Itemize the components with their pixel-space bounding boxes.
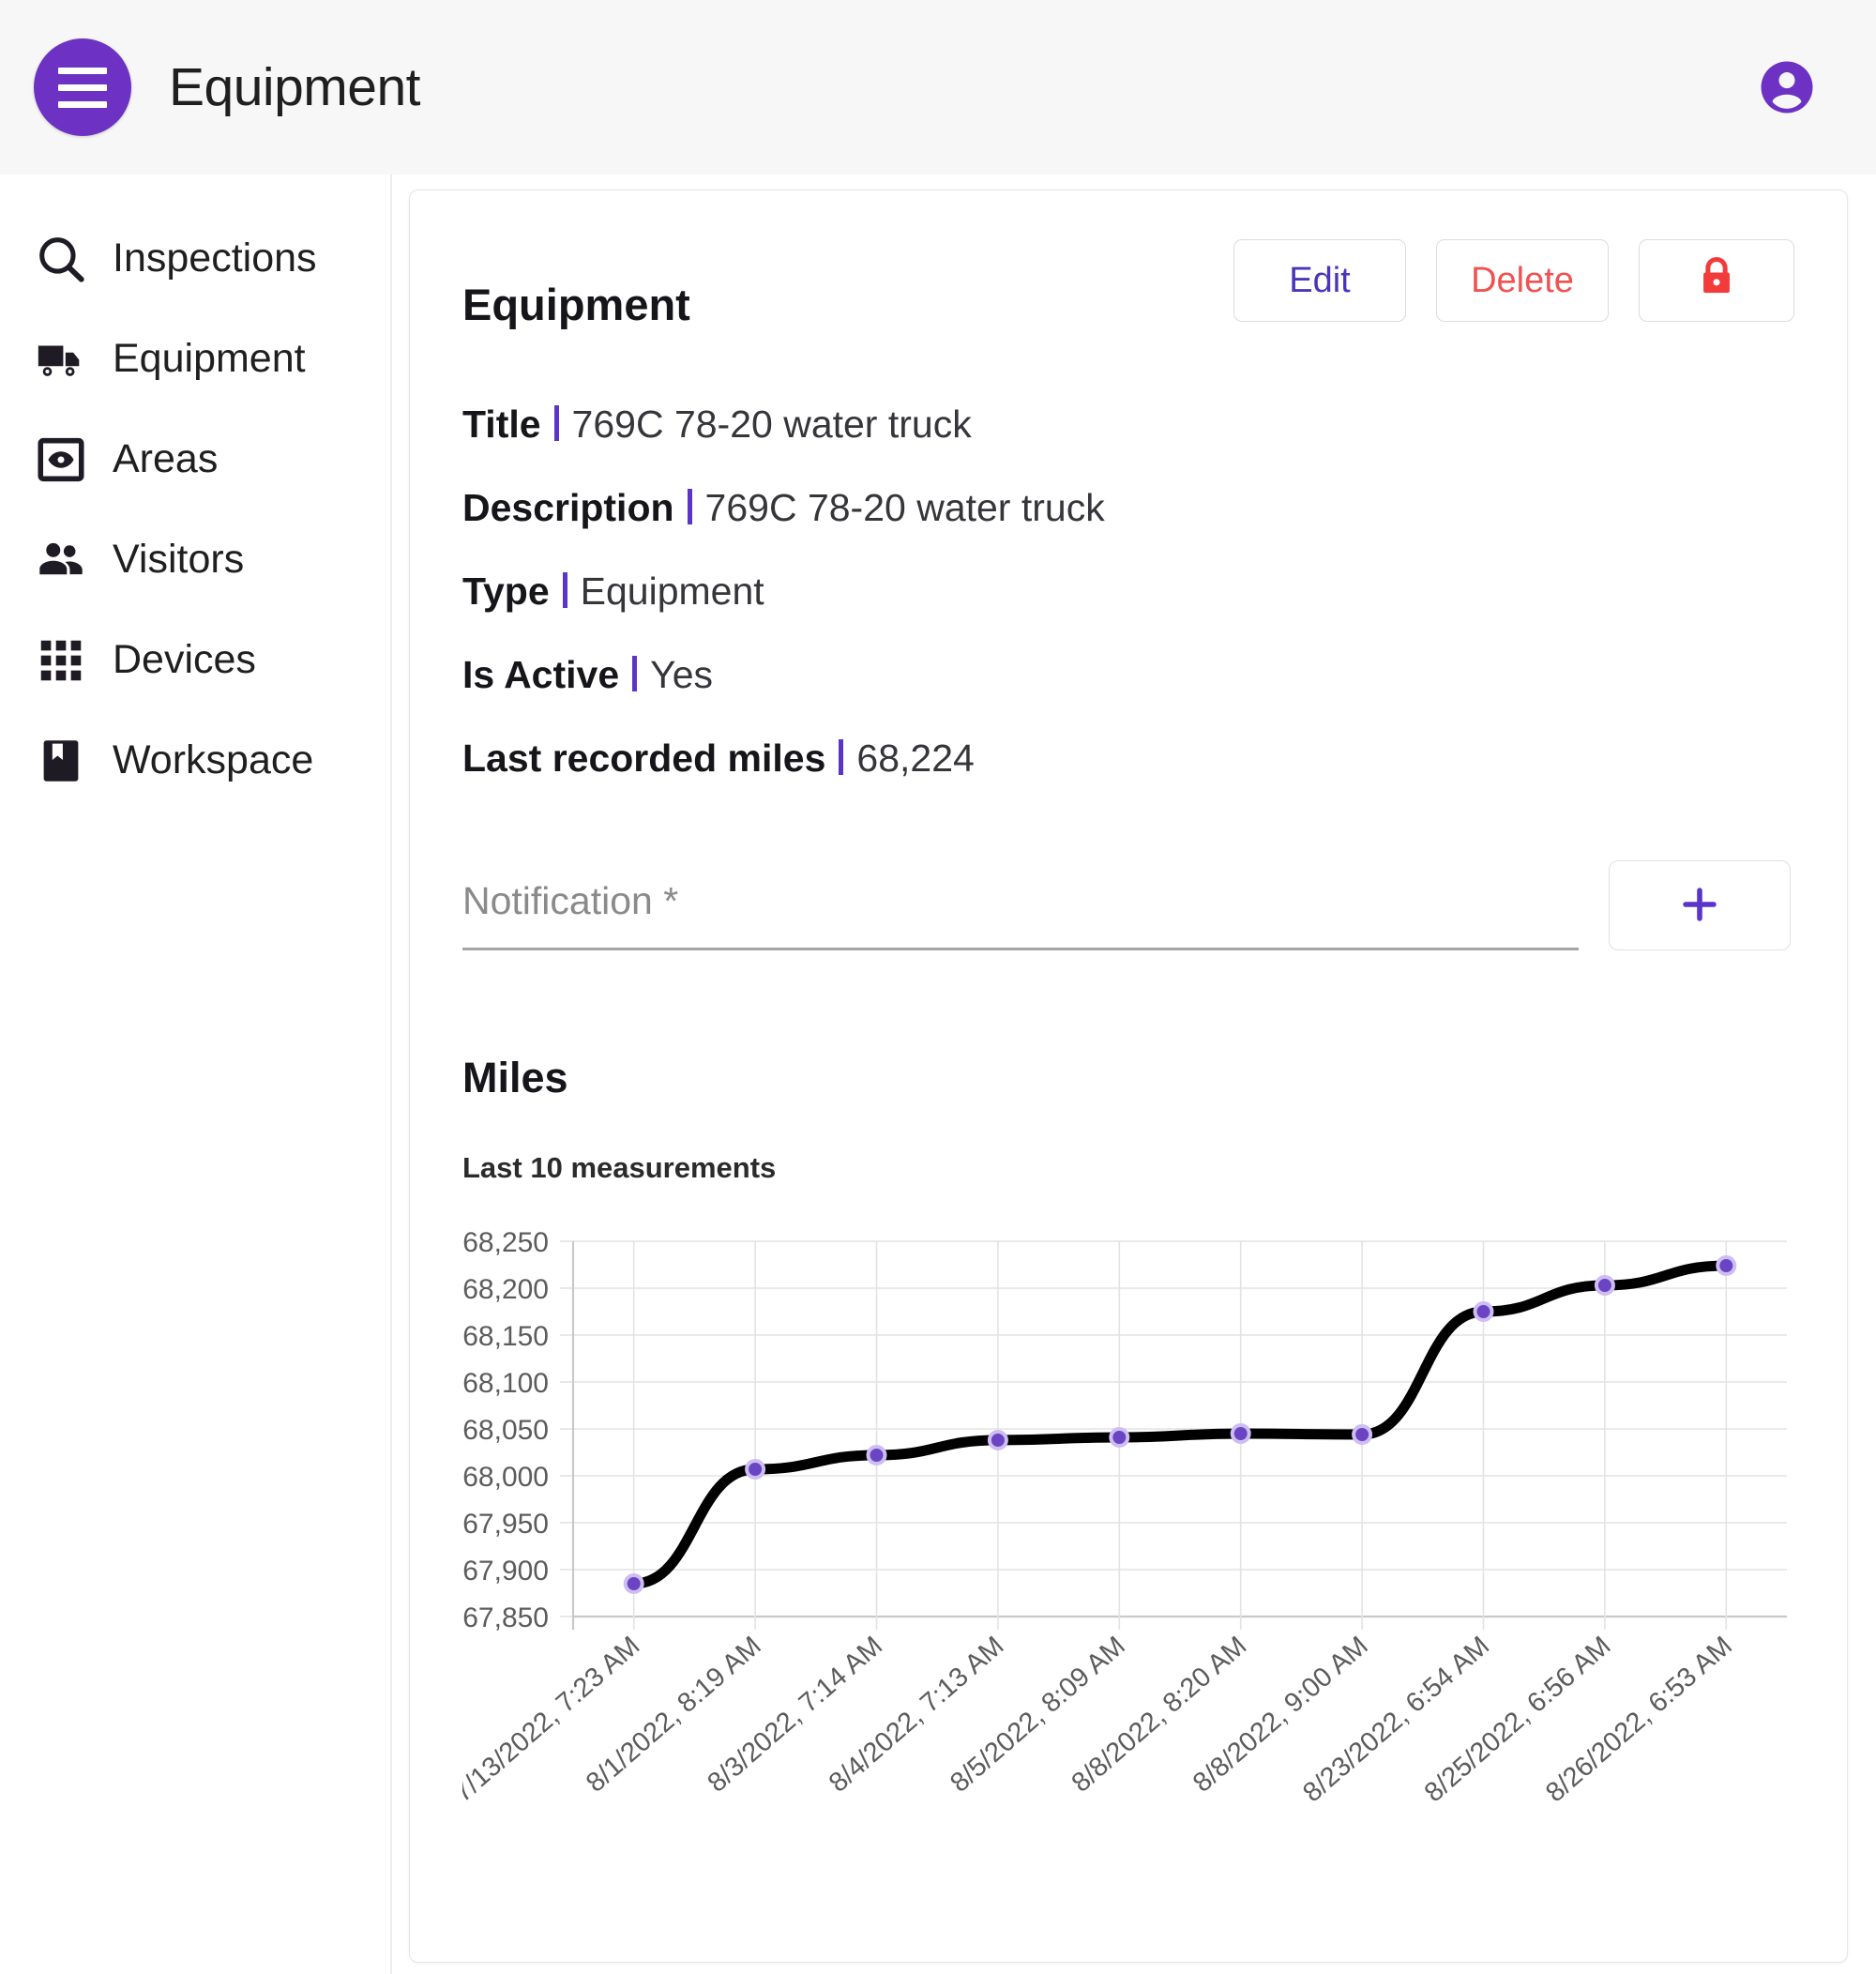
sidebar-item-label: Areas bbox=[113, 436, 219, 481]
field-label: Title bbox=[462, 402, 541, 446]
main-content: Equipment Edit Delete Title 769C 78-20 w… bbox=[392, 175, 1876, 1974]
sidebar-item-inspections[interactable]: Inspections bbox=[0, 208, 390, 309]
chart-data-point[interactable] bbox=[1594, 1275, 1615, 1297]
sidebar-nav: Inspections Equipment Areas Visitors Dev bbox=[0, 175, 392, 1974]
notification-input[interactable]: Notification * bbox=[462, 879, 1579, 951]
menu-bar-2 bbox=[58, 84, 107, 91]
account-circle-icon[interactable] bbox=[1756, 56, 1818, 118]
hamburger-menu-icon[interactable] bbox=[34, 38, 131, 136]
detail-field-list: Title 769C 78-20 water truck Description… bbox=[462, 402, 1794, 780]
chart-data-point[interactable] bbox=[987, 1430, 1008, 1451]
sidebar-item-label: Devices bbox=[113, 637, 256, 682]
app-header: Equipment bbox=[0, 0, 1876, 175]
chart-line-series bbox=[628, 1260, 1732, 1589]
chart-data-point[interactable] bbox=[1109, 1427, 1130, 1449]
card-actions: Edit Delete bbox=[1233, 239, 1794, 322]
y-axis-tick-label: 67,900 bbox=[462, 1556, 549, 1587]
plus-icon bbox=[1673, 878, 1726, 934]
sidebar-item-areas[interactable]: Areas bbox=[0, 409, 390, 509]
chart-data-point[interactable] bbox=[1352, 1424, 1373, 1446]
equipment-detail-card: Equipment Edit Delete Title 769C 78-20 w… bbox=[409, 190, 1848, 1963]
chart-y-axis-labels: 67,850 67,900 67,950 68,000 68,050 68,100 68,1… bbox=[462, 1227, 549, 1633]
y-axis-tick-label: 68,000 bbox=[462, 1462, 549, 1493]
field-value: 769C 78-20 water truck bbox=[571, 402, 972, 446]
y-axis-tick-label: 68,100 bbox=[462, 1368, 549, 1399]
lock-closed-icon bbox=[1693, 252, 1740, 309]
field-title: Title 769C 78-20 water truck bbox=[462, 402, 1794, 446]
menu-bar-1 bbox=[58, 67, 107, 74]
apps-grid-icon bbox=[32, 633, 90, 688]
chart-x-axis-labels: 7/13/2022, 7:23 AM8/1/2022, 8:19 AM8/3/2… bbox=[462, 1632, 1738, 1809]
y-axis-tick-label: 68,200 bbox=[462, 1274, 549, 1305]
y-axis-tick-label: 67,950 bbox=[462, 1509, 549, 1540]
lock-button[interactable] bbox=[1639, 239, 1794, 322]
sidebar-item-label: Equipment bbox=[113, 336, 306, 381]
field-separator bbox=[839, 739, 844, 776]
field-value: Equipment bbox=[580, 569, 764, 614]
field-value: 68,224 bbox=[856, 736, 975, 781]
add-notification-button[interactable] bbox=[1609, 860, 1791, 951]
page-title: Equipment bbox=[169, 57, 421, 117]
preview-eye-icon bbox=[32, 433, 90, 487]
field-separator bbox=[562, 572, 567, 609]
chart-data-point[interactable] bbox=[745, 1459, 766, 1480]
field-value: Yes bbox=[650, 653, 714, 697]
chart-data-point[interactable] bbox=[1473, 1301, 1494, 1323]
truck-icon bbox=[32, 332, 90, 387]
field-value: 769C 78-20 water truck bbox=[704, 486, 1105, 530]
y-axis-tick-label: 68,250 bbox=[462, 1227, 549, 1258]
chart-data-point[interactable] bbox=[1716, 1255, 1737, 1277]
notification-row: Notification * bbox=[462, 860, 1794, 951]
sidebar-item-label: Visitors bbox=[113, 537, 245, 582]
field-last-recorded-miles: Last recorded miles 68,224 bbox=[462, 736, 1794, 780]
sidebar-item-label: Workspace bbox=[113, 737, 314, 782]
sidebar-item-label: Inspections bbox=[113, 235, 317, 281]
chart-svg: 67,850 67,900 67,950 68,000 68,050 68,100 68,1… bbox=[462, 1227, 1787, 1809]
field-type: Type Equipment bbox=[462, 569, 1794, 613]
y-axis-tick-label: 68,150 bbox=[462, 1321, 549, 1352]
search-icon bbox=[32, 232, 90, 286]
delete-button[interactable]: Delete bbox=[1436, 239, 1609, 322]
edit-button[interactable]: Edit bbox=[1233, 239, 1406, 322]
card-title: Equipment bbox=[462, 280, 690, 329]
y-axis-tick-label: 68,050 bbox=[462, 1415, 549, 1446]
menu-bar-3 bbox=[58, 100, 107, 108]
field-separator bbox=[553, 405, 559, 441]
field-separator bbox=[632, 656, 638, 692]
sidebar-item-equipment[interactable]: Equipment bbox=[0, 309, 390, 409]
chart-data-point[interactable] bbox=[1230, 1423, 1251, 1445]
card-header: Equipment Edit Delete bbox=[462, 239, 1794, 330]
input-underline bbox=[462, 948, 1579, 951]
miles-line-chart: 67,850 67,900 67,950 68,000 68,050 68,100 68,1… bbox=[462, 1224, 1794, 1815]
field-label: Is Active bbox=[462, 653, 620, 697]
field-label: Last recorded miles bbox=[462, 736, 826, 781]
field-description: Description 769C 78-20 water truck bbox=[462, 485, 1794, 529]
people-icon bbox=[32, 533, 90, 587]
notification-placeholder: Notification * bbox=[462, 879, 679, 923]
chart-data-point[interactable] bbox=[623, 1573, 644, 1595]
field-label: Type bbox=[462, 569, 550, 614]
bookmark-icon bbox=[32, 734, 90, 788]
miles-section-title: Miles bbox=[462, 1054, 568, 1102]
chart-data-points bbox=[623, 1255, 1737, 1595]
sidebar-item-devices[interactable]: Devices bbox=[0, 610, 390, 710]
chart-data-point[interactable] bbox=[866, 1445, 887, 1466]
page-body: Inspections Equipment Areas Visitors Dev bbox=[0, 175, 1876, 1974]
miles-section-subtitle: Last 10 measurements bbox=[462, 1151, 777, 1185]
field-label: Description bbox=[462, 486, 674, 530]
y-axis-tick-label: 67,850 bbox=[462, 1602, 549, 1633]
sidebar-item-workspace[interactable]: Workspace bbox=[0, 710, 390, 811]
sidebar-item-visitors[interactable]: Visitors bbox=[0, 509, 390, 610]
field-separator bbox=[687, 489, 692, 525]
field-is-active: Is Active Yes bbox=[462, 652, 1794, 696]
